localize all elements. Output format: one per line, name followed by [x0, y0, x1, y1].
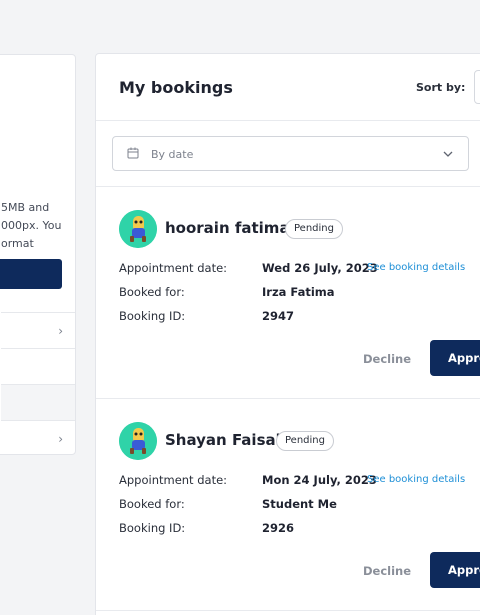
left-menu-row[interactable] — [1, 348, 75, 384]
booked-for-label: Booked for: — [119, 497, 185, 511]
sort-select[interactable] — [474, 70, 480, 104]
date-filter-dropdown[interactable]: By date — [112, 136, 469, 171]
avatar — [119, 422, 157, 460]
booking-id-label: Booking ID: — [119, 521, 186, 535]
chevron-right-icon: › — [58, 432, 63, 446]
approve-button[interactable]: Approve — [430, 552, 480, 588]
see-booking-details-link[interactable]: See booking details — [367, 262, 465, 273]
filter-bar: By date — [96, 121, 480, 187]
booking-id-value: 2947 — [262, 309, 295, 323]
appointment-date-label: Appointment date: — [119, 473, 228, 487]
left-menu-row[interactable]: › — [1, 312, 75, 348]
booking-name: Shayan Faisal — [165, 431, 281, 449]
filter-label: By date — [151, 148, 194, 161]
bookings-panel: My bookings Sort by: By date hoorain fat… — [95, 53, 480, 615]
character-icon — [119, 210, 157, 248]
upload-card: 5MB and 000px. You ormat › › — [0, 54, 76, 455]
upload-button[interactable] — [0, 259, 62, 289]
appointment-date-label: Appointment date: — [119, 261, 228, 275]
avatar — [119, 210, 157, 248]
appointment-date-value: Wed 26 July, 2023 — [262, 261, 378, 275]
chevron-down-icon — [443, 151, 453, 157]
approve-button[interactable]: Approve — [430, 340, 480, 376]
page-title: My bookings — [119, 78, 233, 97]
status-badge: Pending — [276, 431, 334, 451]
appointment-date-value: Mon 24 July, 2023 — [262, 473, 377, 487]
booked-for-value: Student Me — [262, 497, 337, 511]
booking-id-label: Booking ID: — [119, 309, 186, 323]
status-badge: Pending — [285, 219, 343, 239]
decline-button[interactable]: Decline — [363, 564, 411, 578]
sort-label: Sort by: — [416, 81, 466, 94]
booking-name: hoorain fatima — [165, 219, 290, 237]
left-menu-row[interactable] — [1, 384, 75, 420]
booked-for-label: Booked for: — [119, 285, 185, 299]
booking-card: Shayan Faisal Pending Appointment date: … — [96, 399, 480, 611]
character-icon — [119, 422, 157, 460]
upload-instructions-line: ormat — [1, 237, 34, 250]
decline-button[interactable]: Decline — [363, 352, 411, 366]
see-booking-details-link[interactable]: See booking details — [367, 474, 465, 485]
left-menu-row[interactable]: › — [1, 420, 75, 454]
chevron-right-icon: › — [58, 324, 63, 338]
bookings-header: My bookings Sort by: — [96, 54, 480, 121]
upload-instructions-line: 5MB and — [1, 201, 50, 214]
booking-id-value: 2926 — [262, 521, 295, 535]
upload-instructions-line: 000px. You — [1, 219, 62, 232]
upload-instructions: 5MB and 000px. You ormat — [1, 199, 61, 253]
booking-card: hoorain fatima Pending Appointment date:… — [96, 187, 480, 399]
booked-for-value: Irza Fatima — [262, 285, 335, 299]
calendar-icon — [127, 147, 139, 159]
